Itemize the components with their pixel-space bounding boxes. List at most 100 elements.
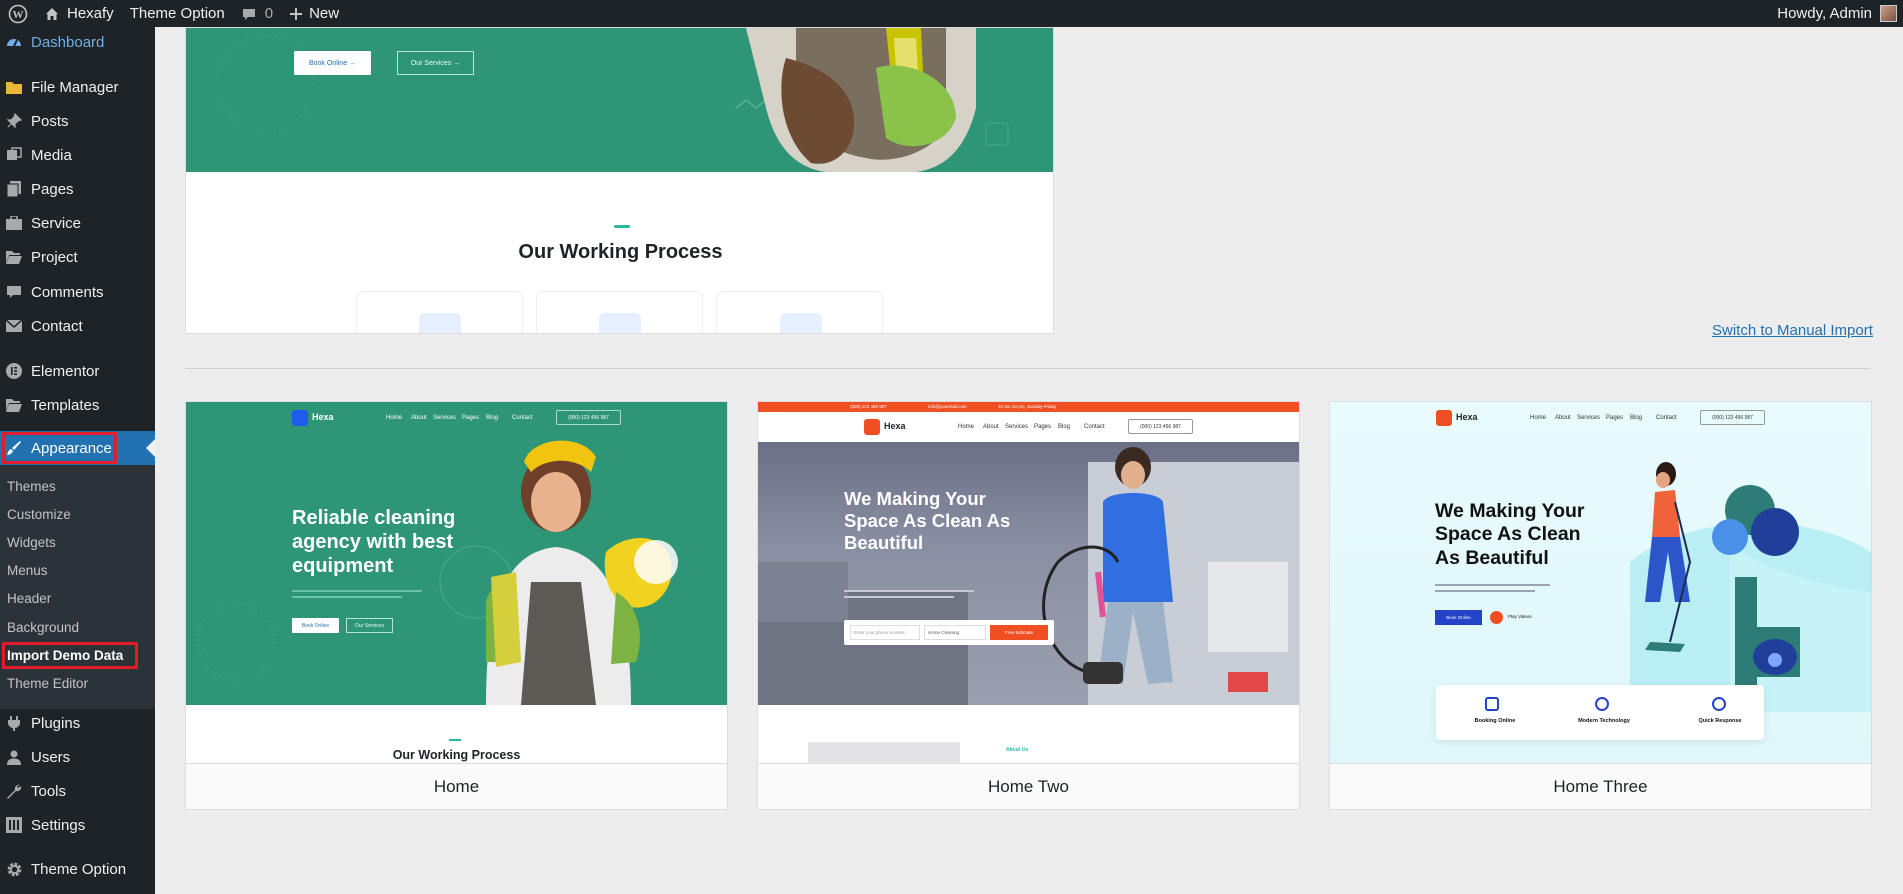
- site-logo: Hexa: [312, 412, 334, 422]
- menu-dashboard[interactable]: Dashboard: [0, 26, 155, 58]
- nav-item: Services: [1005, 424, 1029, 430]
- cleaning-icon: [599, 313, 641, 333]
- about-image: [808, 742, 960, 763]
- our-services-button[interactable]: Our Services →: [397, 51, 474, 75]
- accent-bar: [449, 739, 461, 741]
- hero-description: [292, 590, 422, 592]
- menu-project[interactable]: Project: [0, 241, 155, 273]
- menu-label: Media: [31, 146, 72, 164]
- our-services-button: Our Services: [346, 618, 393, 633]
- demo-card-home-three[interactable]: Hexa Home About Services Pages Blog Cont…: [1329, 401, 1872, 810]
- nav-item: Services: [1577, 415, 1601, 421]
- topbar-email: info@yourmail.com: [928, 404, 967, 409]
- site-name-link[interactable]: Hexafy: [36, 0, 122, 27]
- menu-posts[interactable]: Posts: [0, 105, 155, 137]
- submenu-customize[interactable]: Customize: [7, 504, 71, 524]
- nav-item: Home: [1530, 415, 1547, 421]
- demo-name: Home Two: [758, 763, 1299, 809]
- demo-card-home[interactable]: Hexa Home About Services Pages Blog Cont…: [185, 401, 728, 810]
- demo-screenshot[interactable]: Hexa Home About Services Pages Blog Cont…: [186, 402, 727, 763]
- features-bar: [1436, 685, 1764, 740]
- headline-line: agency with best: [292, 531, 454, 553]
- section-title: Our Working Process: [518, 241, 723, 263]
- menu-service[interactable]: Service: [0, 207, 155, 239]
- nav-item: Home: [386, 415, 403, 421]
- demo-screenshot[interactable]: Hexa Home About Services Pages Blog Cont…: [1330, 402, 1871, 763]
- nav-item: Services: [433, 415, 457, 421]
- menu-tools[interactable]: Tools: [0, 775, 155, 807]
- phone-button: (000) 123 456 987: [1700, 410, 1765, 425]
- theme-option-link[interactable]: Theme Option: [122, 0, 233, 27]
- nav-item: About: [411, 415, 427, 421]
- demo-screenshot[interactable]: (000) 123 456 987 info@yourmail.com 10 a…: [758, 402, 1299, 763]
- menu-contact[interactable]: Contact: [0, 310, 155, 342]
- comments-link[interactable]: 0: [233, 0, 281, 27]
- submenu-widgets[interactable]: Widgets: [7, 532, 56, 552]
- menu-file-manager[interactable]: File Manager: [0, 71, 155, 103]
- submenu-theme-editor[interactable]: Theme Editor: [7, 673, 88, 693]
- headline-line: We Making Your: [1435, 500, 1585, 522]
- site-logo: Hexa: [884, 421, 906, 431]
- switch-to-manual-import-link[interactable]: Switch to Manual Import: [1712, 322, 1873, 339]
- menu-label: Comments: [31, 283, 104, 301]
- decor-pattern: [217, 28, 1009, 172]
- divider: [185, 368, 1870, 369]
- phone-button: (000) 123 456 987: [1128, 419, 1193, 434]
- menu-media[interactable]: Media: [0, 139, 155, 171]
- menu-label: Users: [31, 748, 71, 766]
- book-online-button[interactable]: Book Online →: [294, 51, 371, 75]
- hero-description: [844, 596, 954, 598]
- accent-bar: [614, 225, 630, 228]
- new-content-link[interactable]: New: [281, 0, 347, 27]
- menu-pages[interactable]: Pages: [0, 173, 155, 205]
- menu-label: Plugins: [31, 714, 81, 732]
- phone-button: (000) 123 456 987: [556, 410, 621, 425]
- account-menu[interactable]: Howdy, Admin: [1769, 0, 1903, 27]
- submenu-import-demo-data[interactable]: Import Demo Data: [7, 645, 123, 665]
- topbar-phone: (000) 123 456 987: [850, 404, 887, 409]
- comment-icon: [5, 283, 23, 301]
- dashboard-icon: [5, 33, 23, 51]
- menu-theme-option[interactable]: Theme Option: [0, 853, 155, 885]
- nav-item: Blog: [1630, 415, 1643, 421]
- nav-item: About: [983, 424, 999, 430]
- menu-elementor[interactable]: Elementor: [0, 355, 155, 387]
- nav-item: Pages: [462, 415, 480, 421]
- preview-hero: Book Online → Our Services →: [186, 28, 1053, 172]
- technology-icon: [1595, 697, 1609, 711]
- button-label: Book Online: [301, 622, 330, 629]
- demo-name: Home Three: [1330, 763, 1871, 809]
- wordpress-logo-icon[interactable]: W: [0, 0, 36, 27]
- menu-templates[interactable]: Templates: [0, 389, 155, 421]
- headline-line: Space As Clean: [1435, 523, 1581, 546]
- avatar: [1880, 5, 1897, 22]
- menu-label: Templates: [31, 396, 100, 414]
- menu-comments[interactable]: Comments: [0, 276, 155, 308]
- nav-item: Home: [958, 424, 975, 430]
- menu-label: Dashboard: [31, 33, 105, 51]
- menu-plugins[interactable]: Plugins: [0, 707, 155, 739]
- book-online-button: Book Online: [1435, 610, 1482, 625]
- menu-label: Contact: [31, 317, 83, 335]
- submenu-header[interactable]: Header: [7, 588, 51, 608]
- feature-label: Modern Technology: [1578, 718, 1630, 724]
- comment-icon: [242, 8, 255, 20]
- submenu-menus[interactable]: Menus: [7, 560, 48, 580]
- submenu-themes[interactable]: Themes: [7, 476, 56, 496]
- submenu-background[interactable]: Background: [7, 617, 79, 637]
- menu-settings[interactable]: Settings: [0, 809, 155, 841]
- button-label: Book Online: [308, 59, 348, 67]
- menu-label: Tools: [31, 782, 67, 800]
- gear-icon: [5, 860, 23, 878]
- menu-users[interactable]: Users: [0, 741, 155, 773]
- phone-input: Enter your phone number: [850, 625, 920, 640]
- demo-card-home-two[interactable]: (000) 123 456 987 info@yourmail.com 10 a…: [757, 401, 1300, 810]
- pages-icon: [5, 180, 23, 198]
- plugin-icon: [5, 714, 23, 732]
- media-icon: [5, 146, 23, 164]
- hexa-logo-icon: [1436, 410, 1452, 426]
- headline-line: As Beautiful: [1435, 546, 1549, 569]
- feature-label: Quick Response: [1698, 718, 1742, 724]
- menu-appearance[interactable]: Appearance: [0, 431, 155, 465]
- svg-text:W: W: [13, 9, 24, 21]
